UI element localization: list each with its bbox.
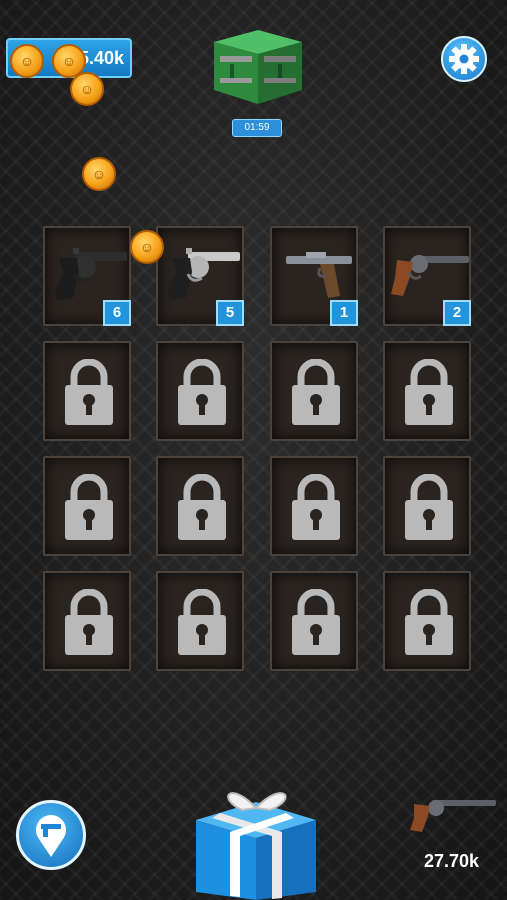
locked-slot[interactable] [156,571,244,671]
crate-timer: 01:59 [232,119,282,137]
map-pin-icon [36,815,66,857]
buy-gun-price[interactable]: 27.70k [424,851,479,872]
locked-slot[interactable] [383,456,471,556]
lock-icon [65,474,113,540]
lock-icon [65,359,113,425]
crate-icon[interactable] [206,26,310,106]
lock-icon [292,589,340,655]
gun-slot[interactable]: 5 [156,226,244,326]
gun-slot[interactable]: 2 [383,226,471,326]
revolver-icon [55,248,127,300]
lock-icon [178,589,226,655]
gift-icon[interactable] [190,780,322,900]
gun-level-badge: 5 [216,300,244,326]
settings-button[interactable] [441,36,487,82]
coin-icon: ☺ [70,72,104,106]
coin-icon: ☺ [10,44,44,78]
gun-slot[interactable]: 1 [270,226,358,326]
lock-icon [178,474,226,540]
locked-slot[interactable] [156,456,244,556]
gun-level-badge: 2 [443,300,471,326]
coin-icon: ☺ [130,230,164,264]
locked-slot[interactable] [270,571,358,671]
lock-icon [65,589,113,655]
locked-slot[interactable] [270,341,358,441]
pistol-icon [286,252,352,298]
lock-icon [405,474,453,540]
gear-icon [449,44,479,74]
lock-icon [178,359,226,425]
lock-icon [405,589,453,655]
gun-slot[interactable]: 6 [43,226,131,326]
locked-slot[interactable] [156,341,244,441]
gun-level-badge: 6 [103,300,131,326]
locked-slot[interactable] [383,341,471,441]
locked-slot[interactable] [270,456,358,556]
coin-icon: ☺ [82,157,116,191]
revolver-icon [168,248,240,300]
locked-slot[interactable] [383,571,471,671]
revolver-icon [391,255,469,296]
locked-slot[interactable] [43,456,131,556]
locked-slot[interactable] [43,341,131,441]
lock-icon [292,474,340,540]
lock-icon [405,359,453,425]
lock-icon [292,359,340,425]
revolver-icon[interactable] [408,792,498,836]
locked-slot[interactable] [43,571,131,671]
gun-level-badge: 1 [330,300,358,326]
weapons-map-button[interactable] [16,800,86,870]
